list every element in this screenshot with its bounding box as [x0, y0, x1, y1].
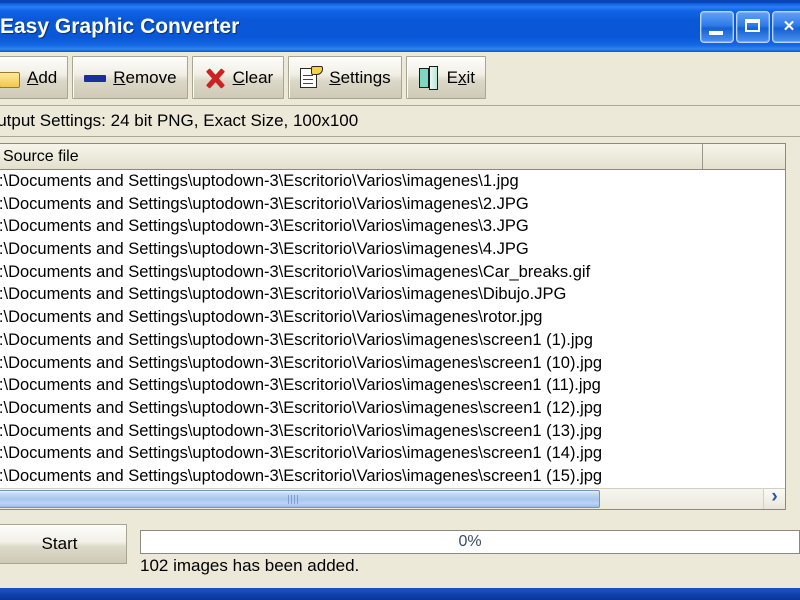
remove-button[interactable]: Remove [72, 56, 188, 99]
title-bar[interactable]: Easy Graphic Converter ✕ [0, 0, 800, 52]
list-item[interactable]: C:\Documents and Settings\uptodown-3\Esc… [0, 442, 785, 465]
maximize-button[interactable] [736, 11, 770, 43]
list-item[interactable]: C:\Documents and Settings\uptodown-3\Esc… [0, 420, 785, 443]
list-item[interactable]: C:\Documents and Settings\uptodown-3\Esc… [0, 283, 785, 306]
list-item[interactable]: C:\Documents and Settings\uptodown-3\Esc… [0, 261, 785, 284]
add-button-label: Add [27, 67, 58, 87]
list-item[interactable]: C:\Documents and Settings\uptodown-3\Esc… [0, 170, 785, 193]
list-column-headers: Source file [0, 144, 785, 170]
remove-icon [83, 66, 107, 90]
minimize-button[interactable] [700, 11, 734, 43]
progress-label: 0% [458, 533, 482, 550]
output-settings-text: Output Settings: 24 bit PNG, Exact Size,… [0, 111, 359, 130]
source-file-list[interactable]: Source file C:\Documents and Settings\up… [0, 143, 786, 510]
bottom-bar: Start 0% 102 images has been added. [0, 512, 800, 588]
maximize-icon [745, 19, 760, 32]
toolbar: Add Remove Clear Settings Exit [0, 52, 800, 106]
list-item[interactable]: C:\Documents and Settings\uptodown-3\Esc… [0, 374, 785, 397]
column-header-source-file[interactable]: Source file [0, 144, 703, 169]
application-window: Easy Graphic Converter ✕ Add Remove Clea… [0, 0, 800, 600]
clear-icon [203, 66, 227, 90]
scrollbar-track[interactable] [0, 489, 763, 509]
status-text: 102 images has been added. [140, 556, 360, 575]
clear-button-label: Clear [232, 67, 274, 87]
add-button[interactable]: Add [0, 56, 69, 99]
settings-button-label: Settings [329, 67, 391, 87]
clear-button[interactable]: Clear [191, 56, 285, 99]
list-item[interactable]: C:\Documents and Settings\uptodown-3\Esc… [0, 215, 785, 238]
list-item[interactable]: C:\Documents and Settings\uptodown-3\Esc… [0, 397, 785, 420]
settings-button[interactable]: Settings [288, 56, 402, 99]
output-settings-bar: Output Settings: 24 bit PNG, Exact Size,… [0, 106, 800, 137]
progress-bar: 0% [140, 530, 800, 554]
toolbar-buttons: Add Remove Clear Settings Exit [0, 56, 486, 99]
close-button[interactable]: ✕ [772, 11, 800, 43]
scrollbar-grip-icon [287, 495, 300, 504]
add-icon [0, 66, 21, 90]
list-item[interactable]: C:\Documents and Settings\uptodown-3\Esc… [0, 465, 785, 488]
window-controls: ✕ [700, 11, 800, 43]
horizontal-scrollbar[interactable] [0, 486, 785, 509]
exit-button[interactable]: Exit [405, 56, 486, 99]
scrollbar-thumb[interactable] [0, 490, 601, 508]
column-header-secondary[interactable] [703, 144, 785, 169]
settings-icon [299, 65, 324, 90]
close-icon: ✕ [782, 18, 796, 35]
list-rows: C:\Documents and Settings\uptodown-3\Esc… [0, 170, 785, 488]
list-item[interactable]: C:\Documents and Settings\uptodown-3\Esc… [0, 352, 785, 375]
list-item[interactable]: C:\Documents and Settings\uptodown-3\Esc… [0, 306, 785, 329]
exit-icon [417, 65, 441, 90]
list-item[interactable]: C:\Documents and Settings\uptodown-3\Esc… [0, 329, 785, 352]
list-item[interactable]: C:\Documents and Settings\uptodown-3\Esc… [0, 193, 785, 216]
scroll-right-button[interactable] [763, 486, 785, 509]
list-item[interactable]: C:\Documents and Settings\uptodown-3\Esc… [0, 238, 785, 261]
window-title: Easy Graphic Converter [0, 15, 240, 38]
minimize-icon [709, 31, 723, 35]
window-bottom-edge [0, 588, 800, 600]
remove-button-label: Remove [113, 67, 177, 87]
start-button[interactable]: Start [0, 524, 127, 564]
exit-button-label: Exit [446, 67, 475, 87]
